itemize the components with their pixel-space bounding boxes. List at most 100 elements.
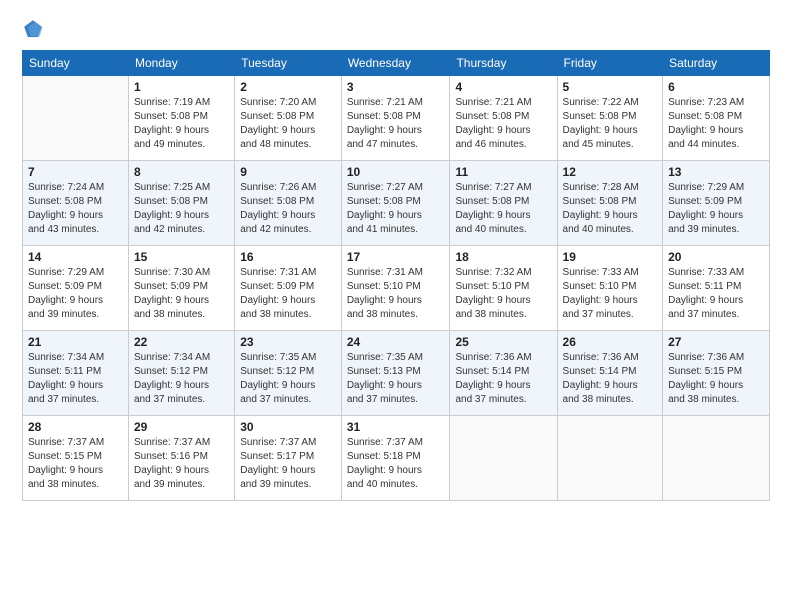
day-number: 4: [455, 80, 551, 94]
day-info: Sunrise: 7:29 AM Sunset: 5:09 PM Dayligh…: [28, 266, 123, 322]
calendar-cell: 7 Sunrise: 7:24 AM Sunset: 5:08 PM Daylig…: [23, 161, 129, 246]
day-info: Sunrise: 7:29 AM Sunset: 5:09 PM Dayligh…: [668, 181, 764, 237]
day-number: 5: [563, 80, 658, 94]
day-info: Sunrise: 7:20 AM Sunset: 5:08 PM Dayligh…: [240, 96, 336, 152]
day-number: 21: [28, 335, 123, 349]
day-info: Sunrise: 7:24 AM Sunset: 5:08 PM Dayligh…: [28, 181, 123, 237]
calendar-cell: 3 Sunrise: 7:21 AM Sunset: 5:08 PM Daylig…: [341, 76, 450, 161]
logo: [22, 18, 48, 40]
logo-icon: [22, 18, 44, 40]
day-number: 29: [134, 420, 229, 434]
calendar-cell: 18 Sunrise: 7:32 AM Sunset: 5:10 PM Dayli…: [450, 246, 557, 331]
day-info: Sunrise: 7:34 AM Sunset: 5:11 PM Dayligh…: [28, 351, 123, 407]
day-number: 31: [347, 420, 445, 434]
calendar-cell: 6 Sunrise: 7:23 AM Sunset: 5:08 PM Daylig…: [663, 76, 770, 161]
day-number: 27: [668, 335, 764, 349]
day-number: 15: [134, 250, 229, 264]
day-info: Sunrise: 7:21 AM Sunset: 5:08 PM Dayligh…: [347, 96, 445, 152]
day-number: 28: [28, 420, 123, 434]
calendar-cell: 8Sunrise: 7:25 AM Sunset: 5:08 PM Daylig…: [129, 161, 235, 246]
day-number: 23: [240, 335, 336, 349]
day-number: 18: [455, 250, 551, 264]
day-info: Sunrise: 7:27 AM Sunset: 5:08 PM Dayligh…: [455, 181, 551, 237]
header: [22, 18, 770, 40]
day-number: 16: [240, 250, 336, 264]
day-info: Sunrise: 7:30 AM Sunset: 5:09 PM Dayligh…: [134, 266, 229, 322]
calendar-cell: 13Sunrise: 7:29 AM Sunset: 5:09 PM Dayli…: [663, 161, 770, 246]
day-info: Sunrise: 7:21 AM Sunset: 5:08 PM Dayligh…: [455, 96, 551, 152]
calendar-cell: 21 Sunrise: 7:34 AM Sunset: 5:11 PM Dayli…: [23, 331, 129, 416]
day-info: Sunrise: 7:23 AM Sunset: 5:08 PM Dayligh…: [668, 96, 764, 152]
calendar-cell: 19Sunrise: 7:33 AM Sunset: 5:10 PM Dayli…: [557, 246, 663, 331]
day-number: 10: [347, 165, 445, 179]
day-number: 7: [28, 165, 123, 179]
day-info: Sunrise: 7:28 AM Sunset: 5:08 PM Dayligh…: [563, 181, 658, 237]
calendar-cell: 12 Sunrise: 7:28 AM Sunset: 5:08 PM Dayli…: [557, 161, 663, 246]
day-number: 30: [240, 420, 336, 434]
day-info: Sunrise: 7:22 AM Sunset: 5:08 PM Dayligh…: [563, 96, 658, 152]
day-number: 12: [563, 165, 658, 179]
day-info: Sunrise: 7:33 AM Sunset: 5:10 PM Dayligh…: [563, 266, 658, 322]
calendar-cell: [450, 416, 557, 501]
calendar-week-row: 21 Sunrise: 7:34 AM Sunset: 5:11 PM Dayli…: [23, 331, 770, 416]
calendar-header: SundayMondayTuesdayWednesdayThursdayFrid…: [23, 51, 770, 76]
weekday-header: Wednesday: [341, 51, 450, 76]
calendar-cell: 23 Sunrise: 7:35 AM Sunset: 5:12 PM Dayli…: [235, 331, 342, 416]
day-info: Sunrise: 7:36 AM Sunset: 5:15 PM Dayligh…: [668, 351, 764, 407]
day-number: 9: [240, 165, 336, 179]
day-info: Sunrise: 7:37 AM Sunset: 5:16 PM Dayligh…: [134, 436, 229, 492]
day-info: Sunrise: 7:27 AM Sunset: 5:08 PM Dayligh…: [347, 181, 445, 237]
calendar-body: 1 Sunrise: 7:19 AM Sunset: 5:08 PM Daylig…: [23, 76, 770, 501]
calendar-cell: 22 Sunrise: 7:34 AM Sunset: 5:12 PM Dayli…: [129, 331, 235, 416]
day-info: Sunrise: 7:31 AM Sunset: 5:10 PM Dayligh…: [347, 266, 445, 322]
page: SundayMondayTuesdayWednesdayThursdayFrid…: [0, 0, 792, 612]
calendar-cell: 11Sunrise: 7:27 AM Sunset: 5:08 PM Dayli…: [450, 161, 557, 246]
day-info: Sunrise: 7:37 AM Sunset: 5:17 PM Dayligh…: [240, 436, 336, 492]
day-info: Sunrise: 7:33 AM Sunset: 5:11 PM Dayligh…: [668, 266, 764, 322]
calendar-cell: 16 Sunrise: 7:31 AM Sunset: 5:09 PM Dayli…: [235, 246, 342, 331]
day-number: 1: [134, 80, 229, 94]
calendar-cell: 31 Sunrise: 7:37 AM Sunset: 5:18 PM Dayli…: [341, 416, 450, 501]
day-number: 3: [347, 80, 445, 94]
weekday-row: SundayMondayTuesdayWednesdayThursdayFrid…: [23, 51, 770, 76]
calendar-cell: [23, 76, 129, 161]
day-number: 17: [347, 250, 445, 264]
day-number: 22: [134, 335, 229, 349]
day-info: Sunrise: 7:31 AM Sunset: 5:09 PM Dayligh…: [240, 266, 336, 322]
day-info: Sunrise: 7:19 AM Sunset: 5:08 PM Dayligh…: [134, 96, 229, 152]
calendar-cell: 26 Sunrise: 7:36 AM Sunset: 5:14 PM Dayli…: [557, 331, 663, 416]
day-info: Sunrise: 7:37 AM Sunset: 5:18 PM Dayligh…: [347, 436, 445, 492]
weekday-header: Saturday: [663, 51, 770, 76]
day-number: 6: [668, 80, 764, 94]
calendar-cell: 28 Sunrise: 7:37 AM Sunset: 5:15 PM Dayli…: [23, 416, 129, 501]
day-number: 14: [28, 250, 123, 264]
calendar-cell: 10 Sunrise: 7:27 AM Sunset: 5:08 PM Dayli…: [341, 161, 450, 246]
day-number: 2: [240, 80, 336, 94]
calendar-cell: 2 Sunrise: 7:20 AM Sunset: 5:08 PM Daylig…: [235, 76, 342, 161]
calendar-cell: [663, 416, 770, 501]
calendar-week-row: 7 Sunrise: 7:24 AM Sunset: 5:08 PM Daylig…: [23, 161, 770, 246]
calendar-cell: 27 Sunrise: 7:36 AM Sunset: 5:15 PM Dayli…: [663, 331, 770, 416]
calendar-cell: [557, 416, 663, 501]
day-info: Sunrise: 7:35 AM Sunset: 5:12 PM Dayligh…: [240, 351, 336, 407]
day-info: Sunrise: 7:36 AM Sunset: 5:14 PM Dayligh…: [563, 351, 658, 407]
calendar-cell: 15 Sunrise: 7:30 AM Sunset: 5:09 PM Dayli…: [129, 246, 235, 331]
calendar-cell: 14 Sunrise: 7:29 AM Sunset: 5:09 PM Dayli…: [23, 246, 129, 331]
day-info: Sunrise: 7:32 AM Sunset: 5:10 PM Dayligh…: [455, 266, 551, 322]
day-info: Sunrise: 7:37 AM Sunset: 5:15 PM Dayligh…: [28, 436, 123, 492]
calendar-cell: 30 Sunrise: 7:37 AM Sunset: 5:17 PM Dayli…: [235, 416, 342, 501]
calendar-cell: 9Sunrise: 7:26 AM Sunset: 5:08 PM Daylig…: [235, 161, 342, 246]
day-info: Sunrise: 7:34 AM Sunset: 5:12 PM Dayligh…: [134, 351, 229, 407]
calendar-table: SundayMondayTuesdayWednesdayThursdayFrid…: [22, 50, 770, 501]
weekday-header: Friday: [557, 51, 663, 76]
calendar-week-row: 1 Sunrise: 7:19 AM Sunset: 5:08 PM Daylig…: [23, 76, 770, 161]
day-number: 26: [563, 335, 658, 349]
calendar-week-row: 28 Sunrise: 7:37 AM Sunset: 5:15 PM Dayli…: [23, 416, 770, 501]
calendar-cell: 24Sunrise: 7:35 AM Sunset: 5:13 PM Dayli…: [341, 331, 450, 416]
weekday-header: Tuesday: [235, 51, 342, 76]
calendar-cell: 17 Sunrise: 7:31 AM Sunset: 5:10 PM Dayli…: [341, 246, 450, 331]
calendar-cell: 20Sunrise: 7:33 AM Sunset: 5:11 PM Dayli…: [663, 246, 770, 331]
calendar-cell: 29 Sunrise: 7:37 AM Sunset: 5:16 PM Dayli…: [129, 416, 235, 501]
calendar-cell: 25Sunrise: 7:36 AM Sunset: 5:14 PM Dayli…: [450, 331, 557, 416]
calendar-cell: 5 Sunrise: 7:22 AM Sunset: 5:08 PM Daylig…: [557, 76, 663, 161]
